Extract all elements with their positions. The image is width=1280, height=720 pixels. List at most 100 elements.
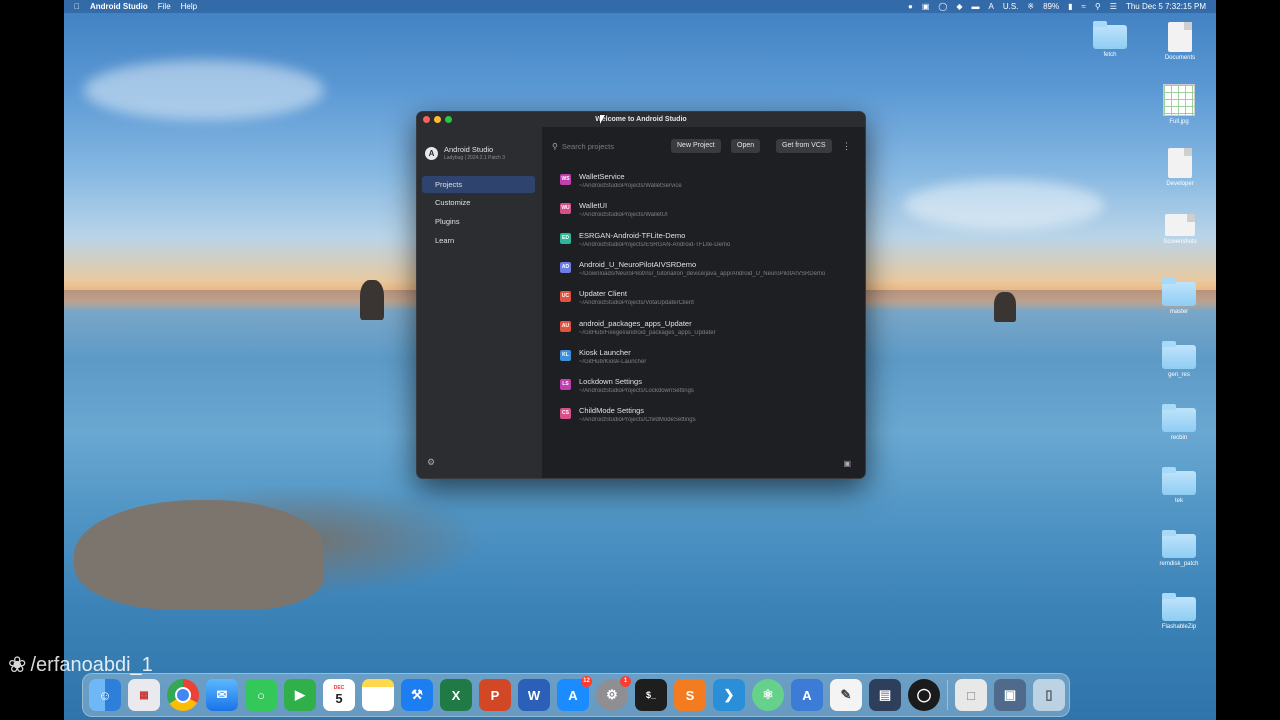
folder-icon (1162, 593, 1196, 621)
textedit-icon[interactable]: ✎ (830, 679, 862, 711)
mail-icon[interactable]: ✉ (206, 679, 238, 711)
open-button[interactable]: Open (731, 139, 761, 153)
new-project-button[interactable]: New Project (671, 139, 721, 153)
apple-icon[interactable]:  (74, 2, 80, 11)
atom-icon[interactable]: ⚛ (752, 679, 784, 711)
menu-app-name[interactable]: Android Studio (90, 2, 148, 11)
minimize-window-button[interactable] (434, 116, 441, 123)
more-options-icon[interactable]: ⋮ (842, 139, 851, 153)
menu-help[interactable]: Help (181, 2, 197, 11)
excel-icon[interactable]: X (440, 679, 472, 711)
cloud-shape (904, 180, 1104, 230)
folder-icon (1162, 530, 1196, 558)
settings-badge: 1 (620, 676, 631, 687)
desktop-icon-label: gen_res (1168, 372, 1190, 378)
xcode-icon[interactable]: ⚒ (401, 679, 433, 711)
tray-icon[interactable]: ● (908, 2, 913, 11)
menu-file[interactable]: File (158, 2, 171, 11)
tray-icon[interactable]: ▬ (972, 2, 980, 11)
vscode-icon[interactable]: ❯ (713, 679, 745, 711)
project-name: Android_U_NeuroPilotAIVSRDemo (579, 259, 697, 269)
desktop-icon-label: master (1169, 309, 1189, 315)
desktop-doc-developer[interactable]: Developer (1150, 148, 1210, 187)
foreground-rock (74, 500, 324, 610)
desktop-folder-master[interactable]: master (1149, 278, 1209, 315)
document-icon (1168, 148, 1192, 178)
tray-icon[interactable]: ◯ (938, 2, 947, 11)
powerpoint-icon[interactable]: P (479, 679, 511, 711)
get-from-vcs-button[interactable]: Get from VCS (776, 139, 832, 153)
nav-plugins[interactable]: Plugins (422, 213, 535, 230)
menu-bar:  Android Studio File Help ● ▣ ◯ ◆ ▬ A U… (64, 0, 1216, 13)
system-settings-icon[interactable]: ⚙ 1 (596, 676, 631, 711)
input-source-label[interactable]: U.S. (1003, 2, 1019, 11)
status-tray: ● ▣ ◯ ◆ ▬ A U.S. ※ 89% ▮ ≈ ⚲ ☰ Thu Dec 5… (908, 2, 1216, 11)
facetime-icon[interactable]: ▶ (284, 679, 316, 711)
android-studio-icon[interactable]: A (791, 679, 823, 711)
desktop-folder-gen-res[interactable]: gen_res (1149, 341, 1209, 378)
calendar-icon[interactable]: DEC 5 (323, 679, 355, 711)
archive-utility-icon[interactable]: ▤ (869, 679, 901, 711)
project-path: ~/AndroidStudioProjects/LockdownSettings (579, 388, 694, 395)
launchpad-icon[interactable]: ▦ (128, 679, 160, 711)
sublime-text-icon[interactable]: S (674, 679, 706, 711)
expand-icon[interactable]: ▣ (843, 459, 851, 468)
wifi-icon[interactable]: ≈ (1082, 2, 1086, 11)
chrome-icon[interactable] (167, 679, 199, 711)
desktop-icon-label: Documents (1164, 55, 1196, 61)
desktop-folder-fetch[interactable]: fetch (1080, 21, 1140, 58)
desktop-folder-remdisk-patch[interactable]: remdisk_patch (1149, 530, 1209, 567)
app-store-badge: 12 (581, 676, 592, 687)
terminal-icon[interactable]: $_ (635, 679, 667, 711)
nav-projects[interactable]: Projects (422, 176, 535, 193)
search-icon[interactable]: ⚲ (1095, 2, 1101, 11)
cloud-shape (84, 60, 324, 120)
bluetooth-icon[interactable]: ※ (1027, 2, 1034, 11)
desktop-folder-tek[interactable]: tek (1149, 467, 1209, 504)
zoom-window-button[interactable] (445, 116, 452, 123)
trash-icon[interactable]: ▯ (1033, 679, 1065, 711)
desktop-doc-documents[interactable]: Documents (1150, 22, 1210, 61)
folder-icon (1162, 341, 1196, 369)
android-studio-logo-icon: A (425, 146, 438, 160)
projects-panel: ⚲ New Project Open Get from VCS ⋮ WS Wall… (542, 127, 865, 478)
notes-icon[interactable] (362, 679, 394, 711)
project-path: ~/AndroidStudioProjects/VotaUpdaterClien… (579, 300, 694, 307)
input-source-icon[interactable]: A (989, 2, 994, 11)
search-input[interactable] (561, 141, 652, 151)
finder-icon[interactable]: ☺ (89, 679, 121, 711)
window-titlebar[interactable]: Welcome to Android Studio (417, 112, 865, 127)
obs-icon[interactable]: ◯ (908, 679, 940, 711)
preview-icon[interactable]: ▣ (994, 679, 1026, 711)
project-icon: WS (560, 174, 571, 185)
search-box[interactable]: ⚲ (552, 139, 662, 153)
desktop-doc-screenshots[interactable]: Screenshots (1150, 214, 1210, 245)
battery-icon[interactable]: ▮ (1068, 2, 1072, 11)
tufa-rock (360, 280, 384, 320)
nav-learn[interactable]: Learn (422, 232, 535, 249)
desktop-file-full-jpg[interactable]: Full.jpg (1149, 84, 1209, 125)
battery-percent[interactable]: 89% (1043, 2, 1059, 11)
desktop-folder-flashablezip[interactable]: FlashableZip (1149, 593, 1209, 630)
word-icon[interactable]: W (518, 679, 550, 711)
project-name: WalletService (579, 172, 625, 181)
document-icon (1168, 22, 1192, 52)
project-icon: UC (560, 291, 571, 303)
project-name: Kiosk Launcher (579, 347, 631, 357)
project-name: Lockdown Settings (579, 377, 642, 387)
desktop-folder-recbin[interactable]: recbin (1149, 404, 1209, 441)
app-store-icon[interactable]: A 12 (557, 676, 592, 711)
dock-separator (947, 680, 948, 710)
tray-icon[interactable]: ◆ (956, 2, 962, 11)
nav-customize[interactable]: Customize (422, 194, 535, 211)
spreadsheet-icon (1163, 84, 1195, 116)
messages-icon[interactable]: ○ (245, 679, 277, 711)
watermark-handle: /erfanoabdi_1 (30, 653, 153, 676)
tray-icon[interactable]: ▣ (922, 2, 930, 11)
close-window-button[interactable] (423, 116, 430, 123)
settings-gear-icon[interactable]: ⚙ (427, 457, 435, 468)
document-file-icon[interactable]: □ (955, 679, 987, 711)
control-center-icon[interactable]: ☰ (1110, 2, 1117, 11)
project-icon: LS (560, 379, 571, 391)
clock[interactable]: Thu Dec 5 7:32:15 PM (1126, 2, 1206, 11)
